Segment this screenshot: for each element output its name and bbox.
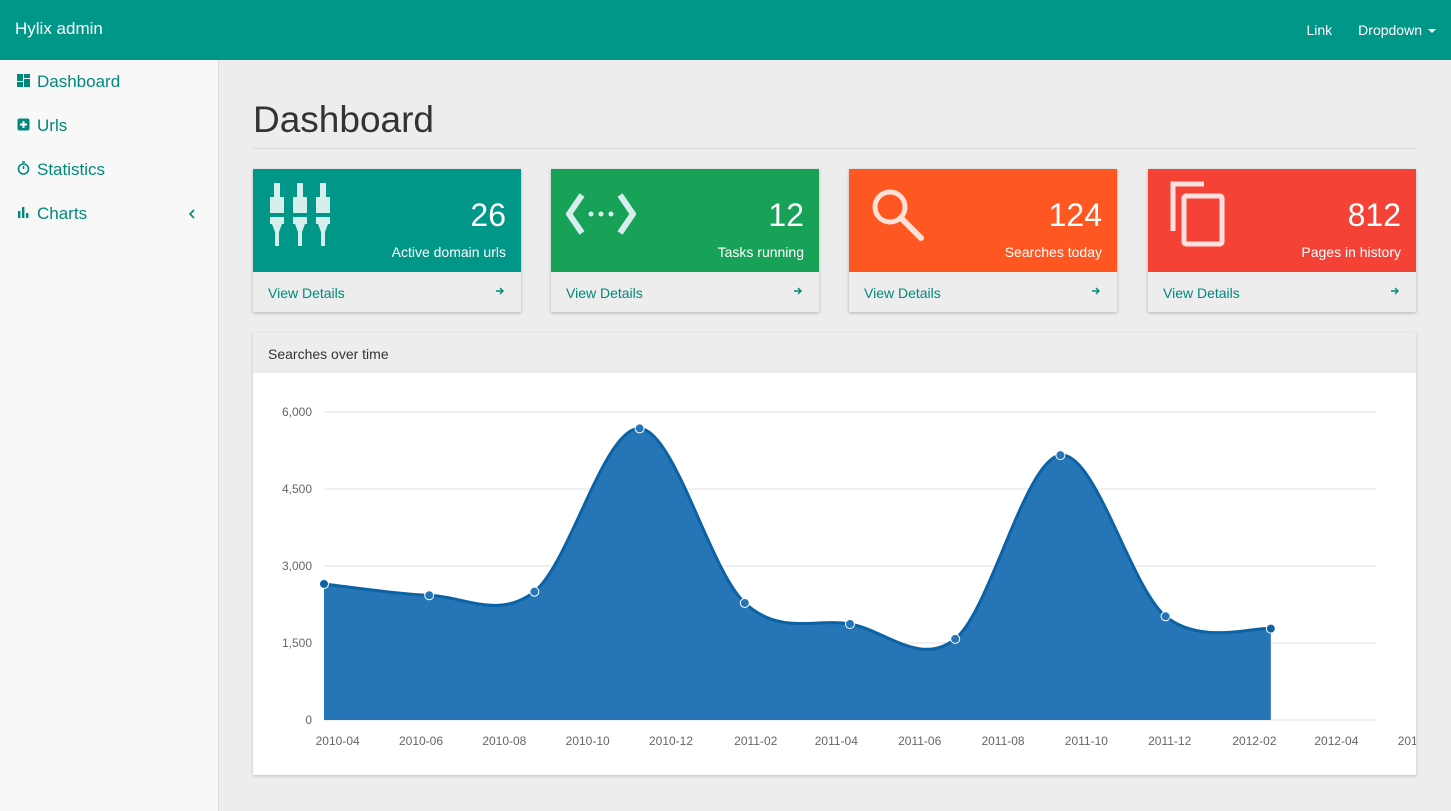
searches-area-chart: 0 1,500 3,000 4,500 6,000 2010-04 2010-06 2010-…: [282, 405, 1442, 748]
arrow-right-icon: [1091, 283, 1101, 299]
sidebar-item-label: Charts: [37, 204, 88, 223]
arrow-right-icon: [495, 283, 505, 299]
title-divider: [253, 148, 1416, 149]
data-point[interactable]: [424, 590, 435, 601]
y-tick-label: 6,000: [282, 405, 312, 419]
code-arrows-icon: [565, 191, 637, 242]
stat-label: Tasks running: [717, 244, 804, 260]
sidebar-item-urls[interactable]: Urls: [0, 104, 218, 148]
y-tick-label: 4,500: [282, 482, 312, 496]
x-tick-label: 2011-10: [1065, 734, 1108, 748]
sidebar-item-statistics[interactable]: Statistics: [0, 148, 218, 192]
view-details-link[interactable]: View Details: [551, 272, 819, 312]
stat-card-searches: 124 Searches today View Details: [849, 169, 1117, 312]
x-tick-label: 2011-12: [1148, 734, 1191, 748]
stat-value: 124: [1048, 197, 1102, 233]
panel-title: Searches over time: [253, 333, 1416, 373]
stat-card-domain-urls: 26 Active domain urls View Details: [253, 169, 521, 312]
nav-dropdown-label: Dropdown: [1358, 22, 1422, 38]
arrow-right-icon: [1390, 283, 1400, 299]
stat-card-header: 26 Active domain urls: [253, 169, 521, 272]
navbar-right: Link Dropdown: [1306, 0, 1436, 60]
stopwatch-icon: [16, 161, 30, 175]
data-point[interactable]: [950, 633, 961, 644]
plug-icon: [268, 179, 336, 252]
stat-label: Searches today: [1004, 244, 1102, 260]
searches-chart-panel: Searches over time 0 1,500 3,000 4,500 6,000…: [253, 333, 1442, 775]
nav-link[interactable]: Link: [1306, 22, 1332, 38]
arrow-right-icon: [793, 283, 803, 299]
x-tick-label: 2012-04: [1314, 734, 1358, 748]
stat-value: 26: [470, 197, 506, 233]
sidebar-item-label: Urls: [37, 116, 68, 135]
stat-value: 12: [768, 197, 804, 233]
stat-value: 812: [1347, 197, 1401, 233]
data-point[interactable]: [1265, 623, 1276, 634]
x-tick-label: 2010-06: [399, 734, 443, 748]
search-icon: [869, 186, 925, 247]
chart-area: 0 1,500 3,000 4,500 6,000 2010-04 2010-06 2010-…: [253, 373, 1442, 775]
x-tick-label: 2012-02: [1232, 734, 1276, 748]
view-details-label: View Details: [268, 285, 345, 301]
data-point[interactable]: [845, 619, 855, 630]
view-details-label: View Details: [864, 285, 941, 301]
page-title: Dashboard: [253, 99, 435, 140]
data-point[interactable]: [529, 586, 540, 597]
chevron-left-icon[interactable]: [188, 206, 196, 224]
view-details-label: View Details: [1163, 285, 1240, 301]
x-tick-label: 2010-12: [649, 734, 693, 748]
sidebar: Dashboard Urls Statistics Charts: [0, 60, 219, 811]
top-navbar: Hylix admin Link Dropdown: [0, 0, 1451, 60]
sidebar-item-label: Dashboard: [37, 72, 121, 91]
data-point[interactable]: [634, 423, 645, 434]
nav-dropdown[interactable]: Dropdown: [1358, 22, 1436, 38]
stat-card-pages: 812 Pages in history View Details: [1148, 169, 1416, 312]
view-details-link[interactable]: View Details: [1148, 272, 1416, 312]
x-tick-label: 2011-06: [898, 734, 941, 748]
x-tick-label: 2011-04: [815, 734, 858, 748]
x-tick-label: 2011-02: [734, 734, 777, 748]
stat-card-header: 812 Pages in history: [1148, 169, 1416, 272]
copy-pages-icon: [1168, 181, 1228, 254]
y-tick-label: 3,000: [282, 559, 312, 573]
series-area: [324, 428, 1271, 720]
x-tick-label: 2012-06: [1398, 734, 1416, 748]
data-point[interactable]: [739, 597, 750, 608]
stat-label: Pages in history: [1301, 244, 1401, 260]
data-point[interactable]: [1055, 450, 1066, 461]
x-tick-label: 2010-04: [316, 734, 360, 748]
sidebar-item-label: Statistics: [37, 160, 106, 179]
bar-chart-icon: [16, 205, 30, 219]
y-tick-label: 1,500: [282, 636, 312, 650]
sidebar-item-dashboard[interactable]: Dashboard: [0, 60, 218, 104]
urls-icon: [16, 117, 30, 131]
data-point[interactable]: [1160, 611, 1171, 622]
x-tick-label: 2010-08: [482, 734, 526, 748]
sidebar-item-charts[interactable]: Charts: [0, 192, 218, 236]
stat-card-header: 124 Searches today: [849, 169, 1117, 272]
dashboard-icon: [16, 73, 30, 87]
app-brand[interactable]: Hylix admin: [15, 19, 103, 39]
stat-label: Active domain urls: [391, 244, 506, 260]
view-details-link[interactable]: View Details: [253, 272, 521, 312]
x-tick-label: 2011-08: [981, 734, 1024, 748]
x-tick-label: 2010-10: [566, 734, 610, 748]
caret-down-icon: [1428, 29, 1436, 33]
data-point[interactable]: [319, 578, 329, 589]
stat-card-tasks: 12 Tasks running View Details: [551, 169, 819, 312]
view-details-label: View Details: [566, 285, 643, 301]
y-tick-label: 0: [305, 713, 312, 727]
stat-card-header: 12 Tasks running: [551, 169, 819, 272]
view-details-link[interactable]: View Details: [849, 272, 1117, 312]
